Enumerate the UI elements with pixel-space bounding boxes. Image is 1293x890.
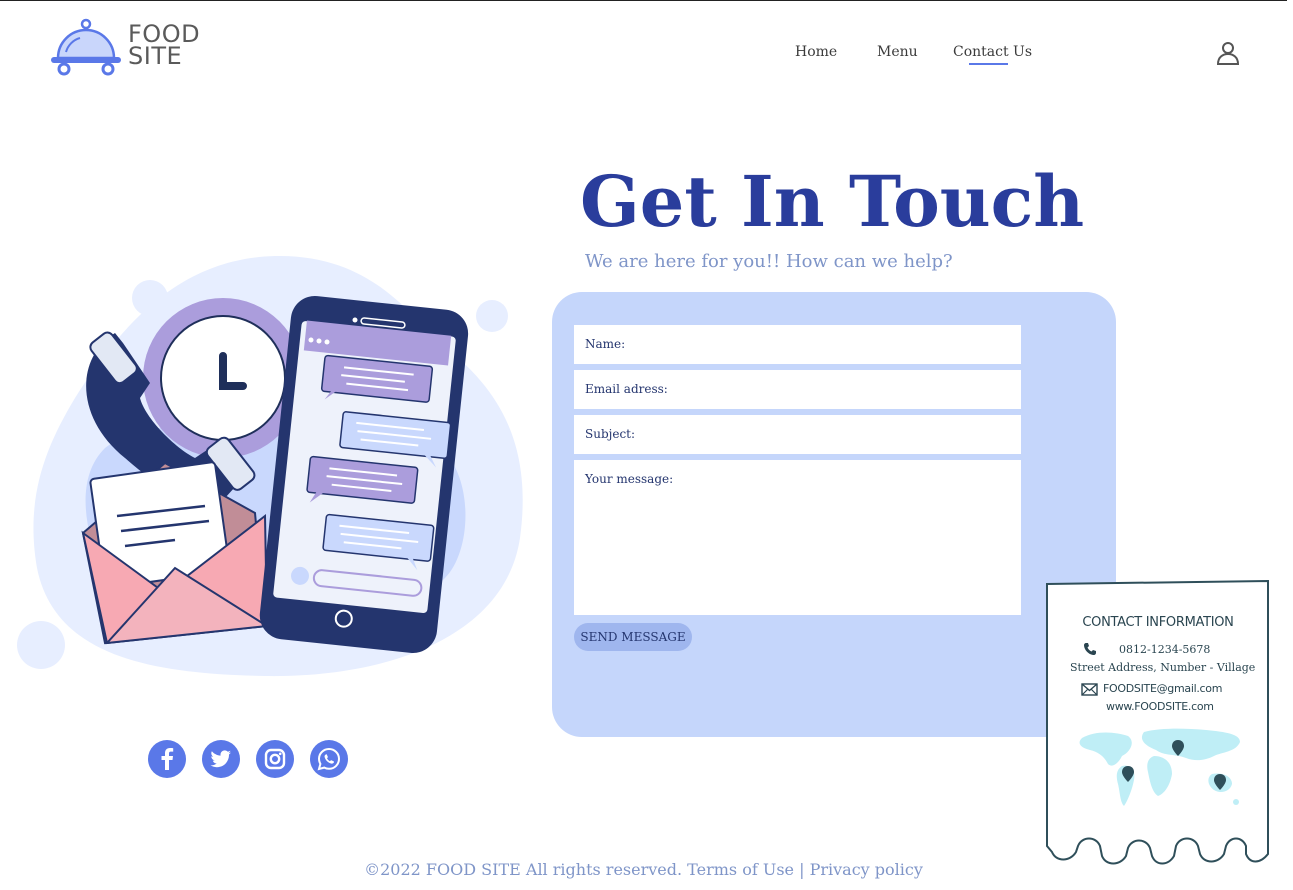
nav-active-indicator [969,63,1008,65]
contact-info-title: CONTACT INFORMATION [1082,615,1234,630]
page-subtitle: We are here for you!! How can we help? [585,251,953,272]
terms-link[interactable]: Terms of Use [687,860,794,879]
subject-field-label: Subject: [585,427,636,441]
logo-line-2: SITE [128,42,183,70]
email-field-label: Email adress: [585,382,668,396]
email-field[interactable]: Email adress: [574,370,1021,409]
page-title: Get In Touch [580,160,1085,243]
send-message-button[interactable]: SEND MESSAGE [574,623,692,651]
mail-icon [1081,683,1098,696]
facebook-icon[interactable] [148,740,186,778]
message-field-label: Your message: [585,472,674,486]
contact-website[interactable]: www.FOODSITE.com [1106,700,1214,713]
nav-menu-link[interactable]: Menu [877,44,918,60]
contact-address: Street Address, Number - Village [1070,661,1256,674]
name-field-label: Name: [585,337,626,351]
footer-copyright: ©2022 FOOD SITE All rights reserved. [364,860,683,879]
top-border [0,0,1287,1]
twitter-icon[interactable] [202,740,240,778]
footer: ©2022 FOOD SITE All rights reserved. Ter… [0,860,1287,879]
footer-separator: | [799,860,805,879]
privacy-link[interactable]: Privacy policy [810,860,923,879]
nav-contact-link[interactable]: Contact Us [953,44,1032,60]
message-field[interactable]: Your message: [574,460,1021,615]
logo-text: FOOD SITE [128,22,200,70]
logo[interactable]: FOOD SITE [50,18,220,80]
whatsapp-icon[interactable] [310,740,348,778]
subject-field[interactable]: Subject: [574,415,1021,454]
contact-phone: 0812-1234-5678 [1119,643,1211,656]
contact-email[interactable]: FOODSITE@gmail.com [1103,682,1222,695]
user-icon[interactable] [1215,40,1241,66]
name-field[interactable]: Name: [574,325,1021,364]
instagram-icon[interactable] [256,740,294,778]
nav-home-link[interactable]: Home [795,44,837,60]
contact-illustration [17,255,523,677]
food-cloche-icon [51,18,121,76]
phone-icon [1084,643,1096,655]
